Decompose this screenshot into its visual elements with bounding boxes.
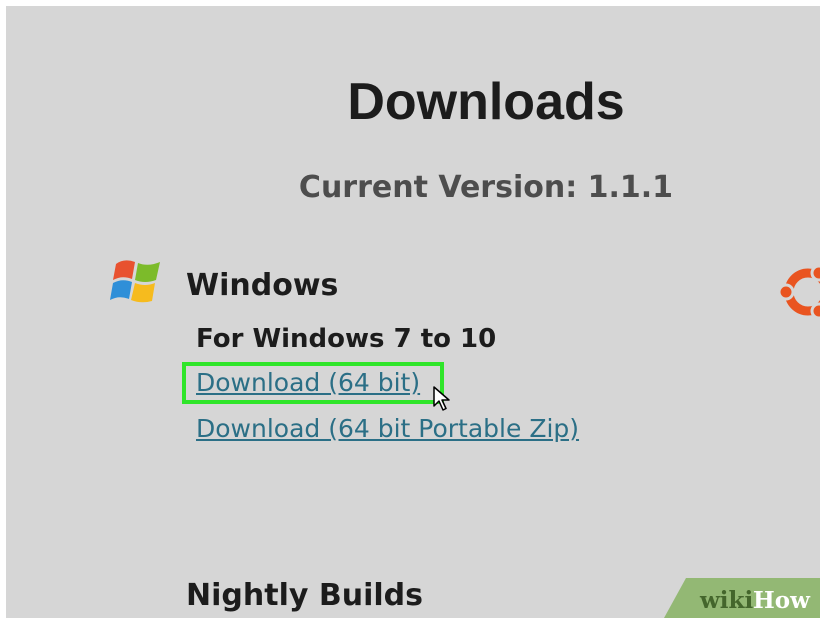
svg-text:wiki: wiki: [699, 587, 753, 614]
windows-logo-icon: [110, 254, 166, 310]
current-version-label: Current Version: 1.1.1: [298, 170, 674, 205]
windows-section-title: Windows: [186, 268, 339, 303]
wikihow-watermark: wiki How: [664, 578, 820, 618]
svg-text:How: How: [753, 587, 811, 614]
downloads-page: Downloads Current Version: 1.1.1 Windows…: [6, 6, 820, 618]
download-64bit-link[interactable]: Download (64 bit): [196, 368, 420, 397]
page-title: Downloads: [347, 73, 625, 131]
windows-version-subtitle: For Windows 7 to 10: [196, 324, 497, 354]
mouse-cursor-icon: [432, 386, 454, 412]
download-64bit-portable-zip-link[interactable]: Download (64 bit Portable Zip): [196, 414, 579, 443]
ubuntu-logo-icon: [777, 262, 820, 322]
nightly-builds-title: Nightly Builds: [186, 578, 423, 613]
